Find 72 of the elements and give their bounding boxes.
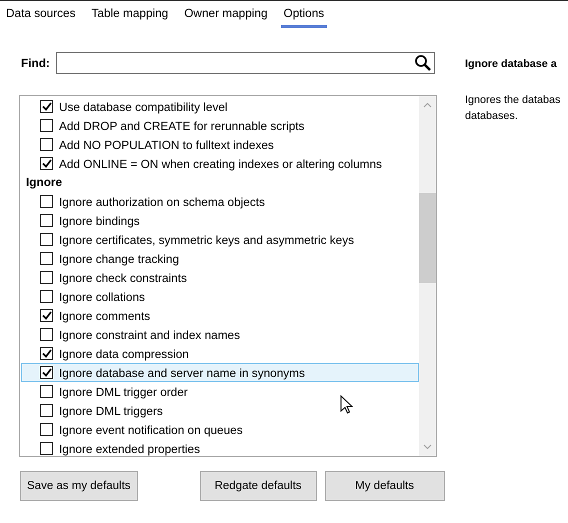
find-field[interactable]: [56, 52, 435, 74]
description-line: Ignores the databas: [465, 93, 560, 108]
option-row[interactable]: Ignore DML triggers: [21, 401, 419, 420]
check-icon: [42, 311, 52, 320]
option-label[interactable]: Ignore change tracking: [59, 252, 180, 266]
checkbox[interactable]: [40, 309, 53, 322]
checkbox[interactable]: [40, 252, 53, 265]
tab[interactable]: Options: [280, 5, 328, 28]
option-row[interactable]: Use database compatibility level: [21, 97, 419, 116]
option-row[interactable]: Ignore DML trigger order: [21, 382, 419, 401]
option-label[interactable]: Ignore constraint and index names: [59, 328, 240, 342]
checkbox[interactable]: [40, 385, 53, 398]
checkbox[interactable]: [40, 214, 53, 227]
option-label[interactable]: Ignore bindings: [59, 214, 140, 228]
option-row[interactable]: Add ONLINE = ON when creating indexes or altering columns: [21, 154, 419, 173]
option-label[interactable]: Use database compatibility level: [59, 100, 228, 114]
option-row[interactable]: Ignore change tracking: [21, 249, 419, 268]
checkbox[interactable]: [40, 271, 53, 284]
option-row[interactable]: Ignore check constraints: [21, 268, 419, 287]
option-label[interactable]: Ignore event notification on queues: [59, 422, 243, 436]
option-row[interactable]: Ignore comments: [21, 306, 419, 325]
checkbox[interactable]: [40, 195, 53, 208]
checkbox[interactable]: [40, 233, 53, 246]
option-label[interactable]: Ignore database and server name in synonyms: [59, 366, 305, 380]
option-label[interactable]: Add ONLINE = ON when creating indexes or altering columns: [59, 156, 382, 170]
option-row[interactable]: Add NO POPULATION to fulltext indexes: [21, 135, 419, 154]
defaults-button[interactable]: Redgate defaults: [200, 471, 317, 501]
checkbox[interactable]: [40, 404, 53, 417]
option-label[interactable]: Add DROP and CREATE for rerunnable scripts: [59, 118, 304, 132]
option-label[interactable]: Ignore collations: [59, 290, 145, 304]
option-row[interactable]: Ignore event notification on queues: [21, 420, 419, 439]
option-label[interactable]: Ignore data compression: [59, 346, 189, 360]
option-row[interactable]: Ignore data compression: [21, 344, 419, 363]
tab[interactable]: Table mapping: [88, 5, 172, 28]
checkbox[interactable]: [40, 347, 53, 360]
option-label[interactable]: Ignore extended properties: [59, 442, 200, 456]
checkbox[interactable]: [40, 157, 53, 170]
option-row[interactable]: Ignore extended properties: [21, 439, 419, 456]
checkbox[interactable]: [40, 328, 53, 341]
option-row[interactable]: Ignore bindings: [21, 211, 419, 230]
option-label[interactable]: Ignore comments: [59, 308, 150, 322]
tab[interactable]: Owner mapping: [181, 5, 271, 28]
check-icon: [42, 102, 52, 111]
option-row[interactable]: Ignore certificates, symmetric keys and asymmetric keys: [21, 230, 419, 249]
checkbox[interactable]: [40, 100, 53, 113]
checkbox[interactable]: [40, 442, 53, 455]
option-row[interactable]: Ignore collations: [21, 287, 419, 306]
tab[interactable]: Data sources: [3, 5, 79, 28]
option-label[interactable]: Ignore check constraints: [59, 270, 187, 284]
defaults-button[interactable]: Save as my defaults: [20, 471, 138, 501]
option-row[interactable]: Ignore authorization on schema objects: [21, 192, 419, 211]
option-row[interactable]: Ignore constraint and index names: [21, 325, 419, 344]
option-label[interactable]: Ignore certificates, symmetric keys and asymmetric keys: [59, 232, 354, 246]
defaults-button[interactable]: My defaults: [324, 471, 445, 501]
checkbox[interactable]: [40, 366, 53, 379]
group-header: Ignore: [25, 174, 64, 191]
option-row[interactable]: Add DROP and CREATE for rerunnable scripts: [21, 116, 419, 135]
search-icon[interactable]: [414, 54, 432, 72]
checkbox[interactable]: [40, 138, 53, 151]
option-title: Ignore database a: [465, 58, 558, 70]
option-label[interactable]: Ignore DML triggers: [59, 404, 163, 418]
option-label[interactable]: Ignore DML trigger order: [59, 384, 188, 398]
checkbox[interactable]: [40, 423, 53, 436]
mouse-pointer-icon: [340, 395, 353, 415]
option-label[interactable]: Add NO POPULATION to fulltext indexes: [59, 138, 274, 152]
checkbox[interactable]: [40, 119, 53, 132]
checkbox[interactable]: [40, 290, 53, 303]
option-label[interactable]: Ignore authorization on schema objects: [59, 194, 265, 208]
find-label: Find:: [21, 56, 50, 70]
description-line: databases.: [465, 109, 519, 124]
option-row[interactable]: Ignore database and server name in synonyms: [21, 363, 419, 382]
check-icon: [42, 159, 52, 168]
